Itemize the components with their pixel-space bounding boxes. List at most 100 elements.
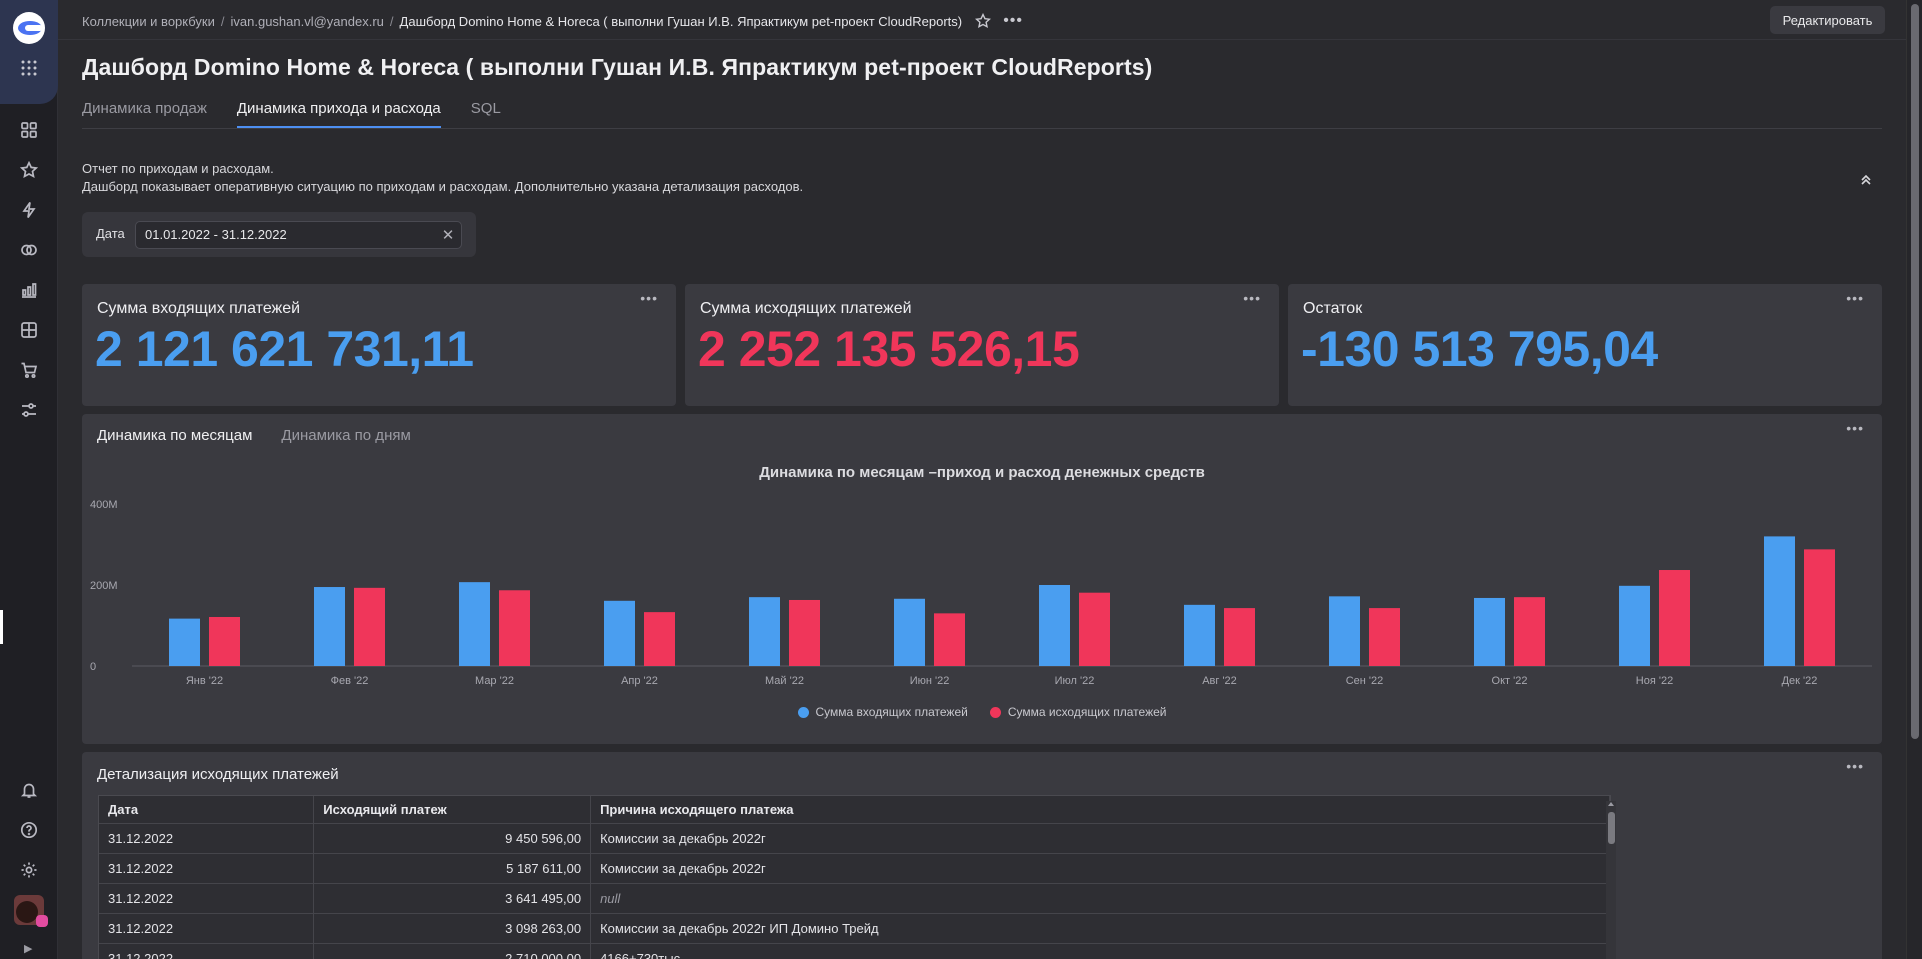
- table-row[interactable]: 31.12.2022 3 641 495,00 null: [99, 883, 1610, 914]
- bar-incoming[interactable]: [1039, 585, 1070, 666]
- description-line: Отчет по приходам и расходам.: [82, 161, 274, 176]
- bar-incoming[interactable]: [749, 597, 780, 666]
- date-filter: Дата 01.01.2022 - 31.12.2022 ✕: [82, 212, 476, 257]
- cell-date: 31.12.2022: [99, 883, 315, 914]
- settings-sliders-icon[interactable]: [17, 398, 41, 422]
- bar-outgoing[interactable]: [934, 613, 965, 666]
- bar-chart: 400M 200M 0 Янв '22 Фев '22 Мар '22 Апр '22 Май…: [90, 499, 1872, 687]
- table-row[interactable]: 31.12.2022 5 187 611,00 Комиссии за декабр…: [99, 853, 1610, 884]
- bar-incoming[interactable]: [1619, 585, 1650, 666]
- star-icon[interactable]: [974, 12, 992, 30]
- bar-outgoing[interactable]: [1224, 608, 1255, 666]
- cell-payment: 5 187 611,00: [313, 853, 592, 884]
- legend-item-outgoing[interactable]: Сумма исходящих платежей: [989, 705, 1167, 719]
- page-scrollbar[interactable]: [1906, 0, 1922, 959]
- more-options-icon[interactable]: •••: [1003, 12, 1022, 30]
- table-row[interactable]: 31.12.2022 3 098 263,00 Комиссии за декабр…: [99, 913, 1610, 944]
- bar-outgoing[interactable]: [789, 599, 820, 666]
- collapse-up-icon[interactable]: [1858, 172, 1874, 188]
- page-scroll-thumb[interactable]: [1911, 4, 1919, 739]
- x-tick-label: Июн '22: [910, 675, 950, 687]
- breadcrumb: Коллекции и воркбуки / ivan.gushan.vl@ya…: [82, 11, 1022, 31]
- bar-outgoing[interactable]: [1369, 608, 1400, 666]
- bar-outgoing[interactable]: [644, 612, 675, 666]
- bar-incoming[interactable]: [894, 598, 925, 666]
- cell-date: 31.12.2022: [99, 823, 315, 854]
- kpi-value: -130 513 795,04: [1301, 321, 1658, 377]
- bar-incoming[interactable]: [604, 600, 635, 666]
- bar-outgoing[interactable]: [1804, 549, 1835, 666]
- table-row[interactable]: 31.12.2022 9 450 596,00 Комиссии за декабр…: [99, 823, 1610, 854]
- tab-income-expense-dynamics[interactable]: Динамика прихода и расхода: [236, 100, 441, 128]
- x-tick-label: Апр '22: [621, 675, 658, 687]
- cart-icon[interactable]: [17, 358, 41, 382]
- kpi-card-outgoing: ••• Сумма исходящих платежей 2 252 135 5…: [685, 284, 1279, 406]
- bell-icon[interactable]: [17, 778, 41, 802]
- cell-payment: 3 641 495,00: [313, 883, 592, 914]
- apps-icon[interactable]: [17, 56, 41, 80]
- legend-label: Сумма исходящих платежей: [1007, 705, 1167, 719]
- cell-reason: 4166+730тыс: [590, 943, 1610, 959]
- connections-icon[interactable]: [17, 198, 41, 222]
- kpi-title: Остаток: [1303, 300, 1363, 317]
- header-divider: [58, 39, 1906, 40]
- bar-outgoing[interactable]: [499, 590, 530, 666]
- breadcrumb-separator: /: [220, 13, 225, 29]
- table-row[interactable]: 31.12.2022 2 710 000,00 4166+730тыс: [99, 943, 1610, 959]
- favorites-icon[interactable]: [17, 158, 41, 182]
- column-header-date[interactable]: Дата: [99, 796, 315, 824]
- y-tick-label: 0: [90, 661, 96, 673]
- bar-incoming[interactable]: [1184, 604, 1215, 666]
- x-tick-label: Дек '22: [1782, 675, 1818, 687]
- breadcrumb-item-user[interactable]: ivan.gushan.vl@yandex.ru: [231, 14, 384, 29]
- breadcrumb-current: Дашборд Domino Home & Horeca ( выполни Г…: [399, 13, 963, 29]
- edit-button[interactable]: Редактировать: [1770, 6, 1885, 34]
- expand-rail-icon[interactable]: ▶: [24, 942, 32, 955]
- datalens-logo[interactable]: [13, 12, 45, 44]
- bar-incoming[interactable]: [459, 582, 490, 666]
- cell-reason: Комиссии за декабрь 2022г: [590, 853, 1610, 884]
- tab-sales-dynamics[interactable]: Динамика продаж: [82, 100, 207, 128]
- column-header-payment[interactable]: Исходящий платеж: [313, 796, 592, 824]
- bar-incoming[interactable]: [314, 587, 345, 666]
- breadcrumb-item-collections[interactable]: Коллекции и воркбуки: [82, 14, 215, 29]
- bar-outgoing[interactable]: [1079, 592, 1110, 666]
- wizard-icon[interactable]: [17, 318, 41, 342]
- kpi-value: 2 121 621 731,11: [95, 321, 474, 377]
- bar-outgoing[interactable]: [1514, 597, 1545, 666]
- bar-incoming[interactable]: [169, 618, 200, 666]
- more-options-icon[interactable]: •••: [1243, 290, 1261, 306]
- legend-label: Сумма входящих платежей: [815, 705, 968, 719]
- bar-outgoing[interactable]: [209, 616, 240, 666]
- x-tick-label: Фев '22: [331, 675, 369, 687]
- more-options-icon[interactable]: •••: [1846, 758, 1864, 774]
- bar-outgoing[interactable]: [354, 587, 385, 666]
- cell-payment: 2 710 000,00: [313, 943, 592, 959]
- date-range-input[interactable]: 01.01.2022 - 31.12.2022: [135, 221, 462, 249]
- help-icon[interactable]: [17, 818, 41, 842]
- date-filter-label: Дата: [96, 226, 125, 241]
- column-header-reason[interactable]: Причина исходящего платежа: [590, 796, 1610, 824]
- dashboards-icon[interactable]: [17, 118, 41, 142]
- more-options-icon[interactable]: •••: [1846, 290, 1864, 306]
- left-navigation-rail: ▶: [0, 0, 58, 959]
- clear-icon[interactable]: ✕: [439, 226, 457, 244]
- gear-icon[interactable]: [17, 858, 41, 882]
- tab-sql[interactable]: SQL: [471, 100, 501, 128]
- cell-date: 31.12.2022: [99, 943, 315, 959]
- legend-item-incoming[interactable]: Сумма входящих платежей: [797, 705, 968, 719]
- table-scroll-thumb[interactable]: [1608, 812, 1615, 844]
- more-options-icon[interactable]: •••: [640, 290, 658, 306]
- rail-active-marker: [0, 610, 3, 644]
- cell-reason: Комиссии за декабрь 2022г ИП Домино Трей…: [590, 913, 1610, 944]
- bar-incoming[interactable]: [1764, 536, 1795, 666]
- avatar-badge-icon: [36, 915, 48, 927]
- page-title: Дашборд Domino Home & Horeca ( выполни Г…: [82, 54, 1153, 80]
- bar-incoming[interactable]: [1329, 596, 1360, 666]
- datasets-icon[interactable]: [17, 238, 41, 262]
- cell-payment: 9 450 596,00: [313, 823, 592, 854]
- charts-icon[interactable]: [17, 278, 41, 302]
- bar-outgoing[interactable]: [1659, 570, 1690, 666]
- scroll-up-icon[interactable]: [1608, 802, 1614, 806]
- bar-incoming[interactable]: [1474, 597, 1505, 666]
